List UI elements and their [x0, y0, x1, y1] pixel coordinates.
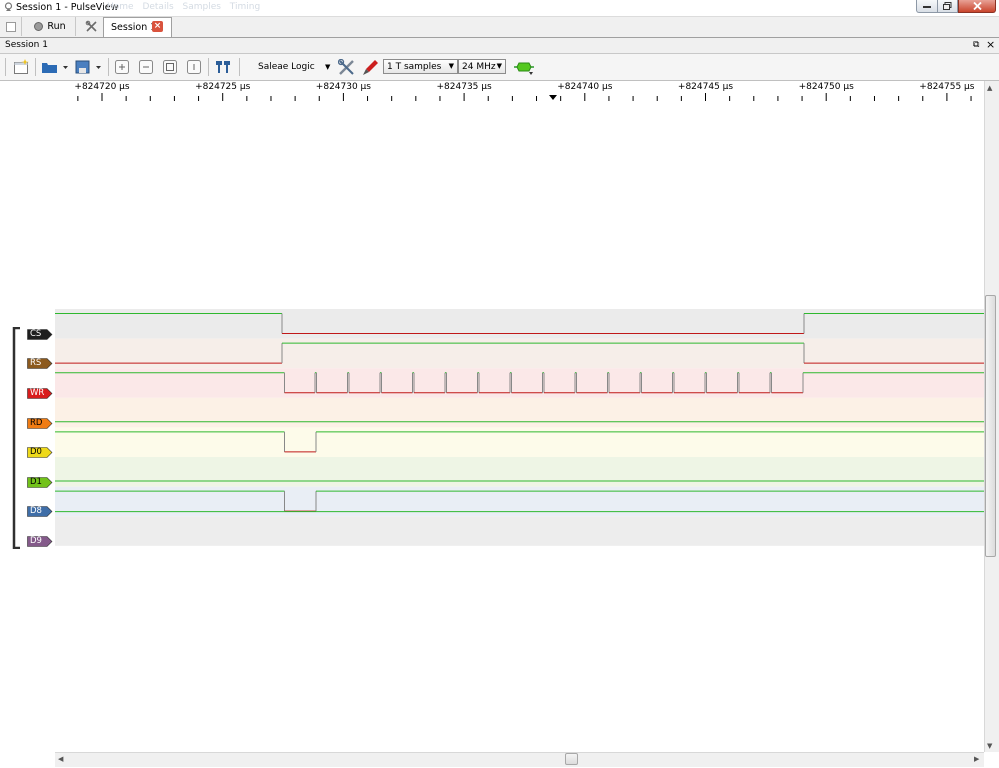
window-title: Session 1 - PulseView — [16, 2, 119, 13]
chevron-down-icon: ▼ — [496, 62, 502, 70]
restore-button[interactable] — [937, 0, 958, 13]
configure-device-button[interactable] — [336, 58, 356, 76]
waveform-canvas — [55, 309, 984, 546]
channel-name: RD — [30, 418, 43, 428]
pulseview-logo-icon — [4, 2, 13, 11]
zoom-fit-icon — [163, 60, 177, 74]
minimize-button[interactable] — [916, 0, 938, 13]
device-selector[interactable]: Saleae Logic — [258, 62, 315, 72]
scroll-left-icon[interactable]: ◀ — [58, 755, 63, 763]
add-decoder-button[interactable] — [512, 58, 536, 76]
tab-bar: Run Session 1 × — [0, 17, 999, 38]
vertical-scroll-thumb[interactable] — [985, 295, 996, 557]
session-dock-header: Session 1 ⧉ × — [0, 38, 999, 54]
zoom-fit-button[interactable] — [161, 58, 179, 76]
samplerate-value: 24 MHz — [462, 62, 496, 72]
channel-label-d9[interactable]: D9 — [27, 536, 53, 547]
new-view-button[interactable] — [12, 58, 30, 76]
sample-count-value: 1 T samples — [387, 62, 442, 72]
channel-label-rd[interactable]: RD — [27, 418, 53, 429]
open-button[interactable] — [40, 58, 70, 76]
channel-name: D1 — [30, 477, 42, 487]
zoom-one-to-one-button[interactable] — [185, 58, 203, 76]
channel-label-wr[interactable]: WR — [27, 388, 53, 399]
configure-icon — [337, 58, 354, 75]
toolbar-separator — [5, 58, 6, 76]
session-tab-label: Session 1 — [111, 22, 157, 33]
close-tab-icon[interactable]: × — [152, 21, 163, 32]
new-session-button[interactable] — [0, 17, 22, 36]
channel-name: D0 — [30, 447, 42, 457]
scroll-up-icon[interactable]: ▲ — [987, 84, 992, 92]
zoom-out-icon — [139, 60, 153, 74]
channel-name: D8 — [30, 506, 42, 516]
probe-icon — [362, 59, 378, 75]
tools-icon — [85, 20, 97, 32]
trace-row-bg-d9 — [55, 516, 984, 546]
device-dropdown-arrow-icon[interactable]: ▼ — [325, 63, 330, 71]
toolbar-separator — [35, 58, 36, 76]
new-view-icon — [14, 59, 29, 74]
save-icon — [75, 60, 101, 74]
menu-ghost-text: Home Details Samples Timing — [107, 2, 261, 12]
channel-name: CS — [30, 329, 42, 339]
close-window-button[interactable] — [958, 0, 996, 13]
run-label: Run — [47, 21, 66, 32]
channel-label-cs[interactable]: CS — [27, 329, 53, 340]
channel-label-d1[interactable]: D1 — [27, 477, 53, 488]
zoom-original-icon — [187, 60, 201, 74]
toolbar-separator — [239, 58, 240, 76]
float-dock-icon[interactable]: ⧉ — [973, 40, 979, 50]
zoom-out-button[interactable] — [137, 58, 155, 76]
tab-session-1[interactable]: Session 1 × — [103, 17, 172, 37]
session-title: Session 1 — [5, 40, 48, 50]
scroll-down-icon[interactable]: ▼ — [987, 742, 992, 750]
zoom-in-button[interactable] — [113, 58, 131, 76]
trace-row-bg-rd — [55, 397, 984, 428]
cursor-marker-icon — [549, 95, 557, 100]
new-document-icon — [5, 21, 16, 32]
horizontal-scroll-thumb[interactable] — [565, 753, 578, 765]
run-icon — [34, 22, 44, 31]
open-folder-icon — [42, 63, 68, 73]
cursors-icon — [216, 61, 230, 73]
horizontal-scrollbar[interactable] — [55, 752, 984, 767]
sample-count-select[interactable]: 1 T samples ▼ — [383, 59, 458, 74]
channel-name: RS — [30, 358, 42, 368]
title-bar: Session 1 - PulseView Home Details Sampl… — [0, 0, 999, 17]
save-button[interactable] — [73, 58, 103, 76]
trace-view[interactable] — [55, 103, 984, 752]
chevron-down-icon: ▼ — [448, 62, 454, 70]
samplerate-select[interactable]: 24 MHz ▼ — [458, 59, 506, 74]
channel-label-rs[interactable]: RS — [27, 358, 53, 369]
toolbar-separator — [108, 58, 109, 76]
main-toolbar: Saleae Logic ▼ 1 T samples ▼ 24 MHz ▼ — [0, 54, 999, 81]
time-ruler[interactable]: +824720 µs +824725 µs +824730 µs +824735 µs… — [55, 81, 985, 103]
channel-label-d0[interactable]: D0 — [27, 447, 53, 458]
zoom-in-icon — [115, 60, 129, 74]
trace-row-bg-d1 — [55, 457, 984, 487]
close-window-icon — [972, 2, 982, 10]
toolbar-separator — [208, 58, 209, 76]
channel-label-d8[interactable]: D8 — [27, 506, 53, 517]
probes-button[interactable] — [360, 58, 380, 76]
channel-name: D9 — [30, 536, 42, 546]
device-settings-button[interactable] — [80, 17, 103, 36]
ruler-ticks — [77, 93, 972, 101]
scroll-right-icon[interactable]: ▶ — [974, 755, 979, 763]
channel-group-bracket — [12, 327, 20, 549]
restore-icon — [943, 2, 952, 10]
minimize-icon — [923, 6, 931, 8]
channel-name: WR — [30, 388, 45, 398]
show-cursors-button[interactable] — [212, 58, 234, 76]
channel-header-column: CS RS WR RD D0 D1 D8 D9 — [0, 103, 55, 752]
protocol-decoder-icon — [514, 62, 534, 75]
run-button[interactable]: Run — [25, 17, 76, 36]
close-dock-icon[interactable]: × — [986, 38, 995, 51]
